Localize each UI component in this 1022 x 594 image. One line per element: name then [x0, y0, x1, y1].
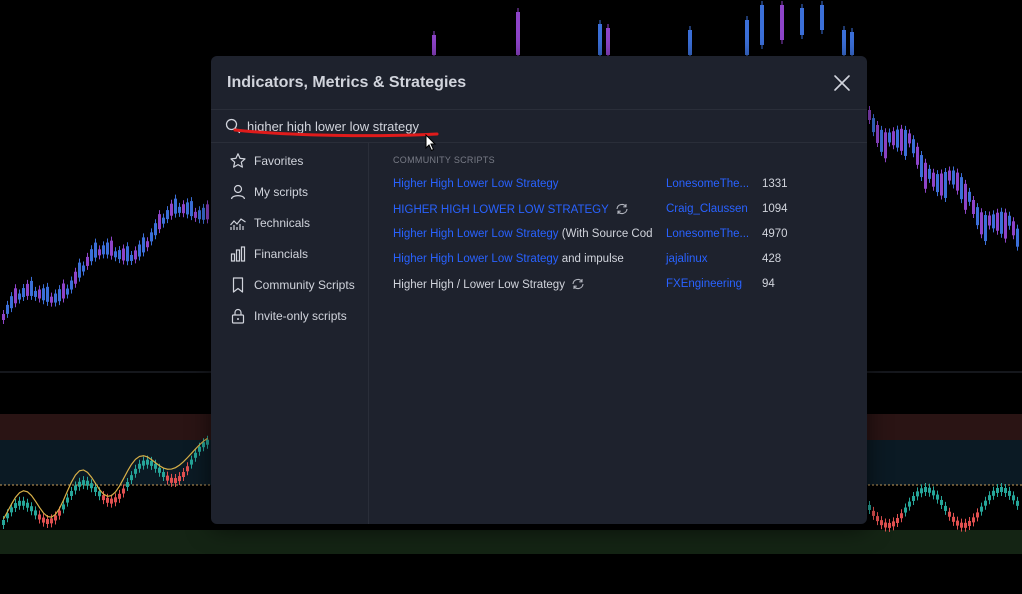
script-likes: 428 [762, 253, 782, 265]
script-name-match: HIGHER HIGH LOWER LOW STRATEGY [393, 204, 609, 216]
sidebar-item-label: Community Scripts [254, 278, 355, 292]
sidebar-item-label: My scripts [254, 185, 308, 199]
result-row[interactable]: Higher High / Lower Low Strategy FXEngin… [371, 273, 867, 297]
script-likes: 1331 [762, 178, 788, 190]
result-row[interactable]: Higher High Lower Low Strategy (With Sou… [371, 223, 867, 247]
script-likes: 1094 [762, 203, 788, 215]
script-name-match: Higher High / Lower Low Strategy [393, 279, 565, 291]
sidebar-item-invite-only-scripts[interactable]: Invite-only scripts [211, 302, 368, 330]
sidebar-item-financials[interactable]: Financials [211, 240, 368, 268]
indicators-dialog: Indicators, Metrics & Strategies Favorit… [211, 56, 867, 524]
script-likes: 94 [762, 278, 775, 290]
sidebar-item-label: Financials [254, 247, 309, 261]
result-row[interactable]: HIGHER HIGH LOWER LOW STRATEGY Craig_Cla… [371, 198, 867, 222]
script-name-rest: and impulse [558, 253, 624, 265]
technicals-icon [230, 218, 246, 230]
updated-script-icon [616, 203, 628, 215]
script-name: Higher High / Lower Low Strategy [393, 278, 585, 291]
result-row[interactable]: Higher High Lower Low Strategy and impul… [371, 248, 867, 272]
script-likes: 4970 [762, 228, 788, 240]
category-sidebar: Favorites My scripts Technicals Financia… [211, 142, 369, 524]
sidebar-item-technicals[interactable]: Technicals [211, 209, 368, 237]
script-author[interactable]: FXEngineering [666, 278, 742, 290]
script-name: Higher High Lower Low Strategy [393, 178, 559, 190]
updated-script-icon [572, 278, 584, 290]
script-author[interactable]: Craig_Claussen [666, 203, 748, 215]
script-author[interactable]: LonesomeThe... [666, 178, 749, 190]
script-author[interactable]: jajalinux [666, 253, 708, 265]
sidebar-item-label: Favorites [254, 154, 304, 168]
script-name-match: Higher High Lower Low Strategy [393, 178, 559, 190]
sidebar-item-label: Technicals [254, 216, 311, 230]
script-name: Higher High Lower Low Strategy and impul… [393, 253, 624, 265]
section-title: COMMUNITY SCRIPTS [393, 155, 495, 165]
dialog-title: Indicators, Metrics & Strategies [227, 74, 467, 91]
sidebar-item-favorites[interactable]: Favorites [211, 147, 368, 175]
bookmark-icon [232, 277, 244, 293]
mouse-cursor-icon [425, 134, 437, 152]
script-name-match: Higher High Lower Low Strategy [393, 253, 559, 265]
result-row[interactable]: Higher High Lower Low Strategy LonesomeT… [371, 173, 867, 197]
script-name-rest: (With Source Cod... [558, 228, 653, 240]
user-icon [230, 184, 246, 200]
script-author[interactable]: LonesomeThe... [666, 228, 749, 240]
red-underline-annotation [233, 128, 439, 138]
script-name-match: Higher High Lower Low Strategy [393, 228, 559, 240]
script-name: Higher High Lower Low Strategy (With Sou… [393, 228, 653, 240]
close-icon [834, 75, 850, 91]
lock-icon [231, 308, 245, 324]
sidebar-item-label: Invite-only scripts [254, 309, 347, 323]
sidebar-item-community-scripts[interactable]: Community Scripts [211, 271, 368, 299]
script-name: HIGHER HIGH LOWER LOW STRATEGY [393, 203, 629, 216]
bar-chart-icon [230, 246, 246, 262]
close-button[interactable] [831, 72, 853, 94]
star-icon [230, 153, 246, 168]
sidebar-item-my-scripts[interactable]: My scripts [211, 178, 368, 206]
